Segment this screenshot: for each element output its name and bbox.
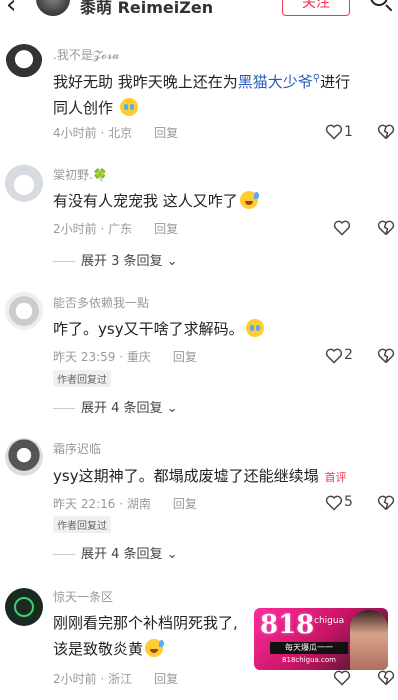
ad-slogan: 每天爆瓜一一 <box>270 642 348 654</box>
top-bar: ‹ 黍萌 ReimeiZen 关注 <box>0 0 398 24</box>
reply-button[interactable]: 回复 <box>154 222 178 236</box>
author-replied-badge: 作者回复过 <box>53 370 111 387</box>
like-count: 5 <box>344 494 353 510</box>
author-replied-badge: 作者回复过 <box>53 516 111 533</box>
avatar[interactable] <box>5 438 43 476</box>
crying-face-icon <box>245 319 264 337</box>
sweat-smile-icon <box>239 191 259 209</box>
comment-username[interactable]: 惊天一条区 <box>53 588 113 605</box>
comment-username[interactable]: 能否多依赖我一點 <box>53 294 149 311</box>
avatar[interactable] <box>5 44 43 82</box>
heart-icon[interactable] <box>325 495 343 511</box>
topic-link[interactable]: 黑猫大少爷 <box>238 73 313 91</box>
broken-heart-icon[interactable] <box>377 220 395 236</box>
heart-icon[interactable] <box>325 348 343 364</box>
like-count: 1 <box>344 124 353 140</box>
chevron-down-icon: ⌄ <box>166 401 178 416</box>
broken-heart-icon[interactable] <box>377 495 395 511</box>
sweat-smile-icon <box>145 639 165 657</box>
comment-username[interactable]: 霜序迟临 <box>53 440 101 457</box>
comment-meta: 昨天 23:59 · 重庆 回复 <box>53 350 197 364</box>
comment-text: 咋了。ysy又干啥了求解码。 <box>53 316 353 342</box>
reply-button[interactable]: 回复 <box>173 350 197 364</box>
heart-icon[interactable] <box>333 670 351 686</box>
watermark-ad-overlay[interactable]: 818 chigua 每天爆瓜一一 818chigua.com <box>254 608 388 670</box>
chevron-down-icon: ⌄ <box>166 254 178 269</box>
comment-meta: 4小时前 · 北京 回复 <box>53 126 179 140</box>
search-icon[interactable] <box>370 0 388 6</box>
comment-meta: 2小时前 · 广东 回复 <box>53 222 179 236</box>
comment-username[interactable]: .我不是𝓩𝓸𝓻𝓪 <box>53 46 119 63</box>
ad-logo-number: 818 <box>260 610 315 640</box>
profile-name[interactable]: 黍萌 ReimeiZen <box>80 0 213 18</box>
heart-icon[interactable] <box>325 124 343 140</box>
ad-portrait-image <box>350 610 388 670</box>
expand-replies-button[interactable]: 展开 3 条回复 ⌄ <box>53 250 178 269</box>
profile-avatar[interactable] <box>36 0 70 16</box>
like-count: 2 <box>344 347 353 363</box>
comment-meta: 昨天 22:16 · 湖南 回复 <box>53 497 197 511</box>
avatar[interactable] <box>5 292 43 330</box>
follow-button[interactable]: 关注 <box>282 0 350 16</box>
reply-button[interactable]: 回复 <box>154 672 178 686</box>
comment-text: 我好无助 我昨天晚上还在为黑猫大少爷⚲进行同人创作 <box>53 73 351 117</box>
broken-heart-icon[interactable] <box>377 670 395 686</box>
expand-replies-button[interactable]: 展开 4 条回复 ⌄ <box>53 397 178 416</box>
comment-username[interactable]: 棠初野.🍀 <box>53 166 108 183</box>
ad-url: 818chigua.com <box>282 656 336 664</box>
comment-text: 有没有人宠宠我 这人又咋了 <box>53 188 353 214</box>
reply-button[interactable]: 回复 <box>154 126 178 140</box>
comment-meta: 2小时前 · 浙江 回复 <box>53 672 179 686</box>
first-comment-badge: 首评 <box>324 471 347 484</box>
reply-button[interactable]: 回复 <box>173 497 197 511</box>
crying-face-icon <box>119 98 138 116</box>
expand-replies-button[interactable]: 展开 4 条回复 ⌄ <box>53 543 178 562</box>
ad-brand: chigua <box>314 616 345 626</box>
heart-icon[interactable] <box>333 220 351 236</box>
avatar[interactable] <box>5 588 43 626</box>
chevron-down-icon: ⌄ <box>166 547 178 562</box>
broken-heart-icon[interactable] <box>377 124 395 140</box>
comment-text: 刚刚看完那个补档阴死我了, 该是致敬炎黄 <box>53 614 238 658</box>
broken-heart-icon[interactable] <box>377 348 395 364</box>
avatar[interactable] <box>5 164 43 202</box>
back-chevron-icon[interactable]: ‹ <box>6 0 16 20</box>
comment-text: ysy这期神了。都塌成废墟了还能继续塌 首评 <box>53 467 347 485</box>
